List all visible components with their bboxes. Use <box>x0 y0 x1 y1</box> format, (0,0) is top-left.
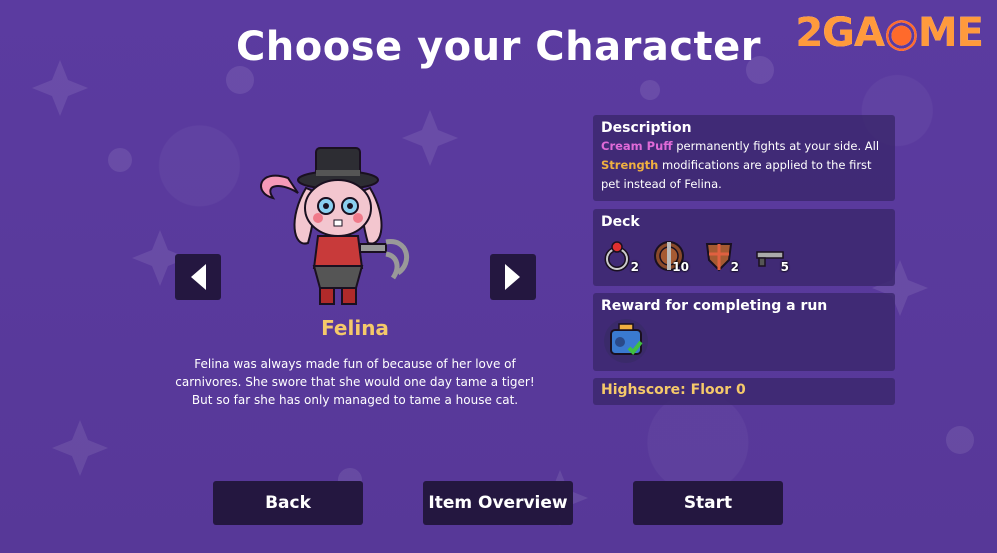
highscore-text: Highscore: Floor 0 <box>601 382 746 398</box>
description-panel: Description Cream Puff permanently fight… <box>593 115 895 201</box>
deck-item-round-shield[interactable]: 10 <box>651 238 689 274</box>
deck-item-ring[interactable]: 2 <box>601 238 639 274</box>
deck-count: 2 <box>630 260 639 274</box>
stat-name: Strength <box>601 158 659 172</box>
deck-count: 2 <box>730 260 739 274</box>
deck-count: 5 <box>780 260 789 274</box>
logo-text-a: 2GA <box>795 10 885 56</box>
brand-logo: 2GA◉ME <box>795 10 984 56</box>
description-text: Cream Puff permanently fights at your si… <box>601 137 887 194</box>
start-button[interactable]: Start <box>633 481 783 525</box>
previous-character-button[interactable] <box>175 254 221 300</box>
character-portrait <box>260 147 409 305</box>
logo-text-b: ME <box>917 10 984 56</box>
deck-count: 10 <box>672 260 689 274</box>
deck-item-gun[interactable]: 5 <box>751 238 789 274</box>
next-character-button[interactable] <box>490 254 536 300</box>
reward-panel: Reward for completing a run <box>593 293 895 371</box>
description-text-1: permanently fights at your side. All <box>672 139 880 153</box>
pet-name: Cream Puff <box>601 139 673 153</box>
character-name: Felina <box>321 316 389 340</box>
deck-panel: Deck 2 10 2 5 <box>593 209 895 286</box>
arrow-left-icon <box>191 264 206 290</box>
pet-carrier-icon[interactable] <box>601 318 651 364</box>
description-title: Description <box>601 120 692 136</box>
deck-title: Deck <box>601 214 640 230</box>
arrow-right-icon <box>505 264 520 290</box>
item-overview-button[interactable]: Item Overview <box>423 481 573 525</box>
reward-title: Reward for completing a run <box>601 298 828 314</box>
deck-item-kite-shield[interactable]: 2 <box>701 238 739 274</box>
back-button[interactable]: Back <box>213 481 363 525</box>
gamepad-icon: ◉ <box>883 10 919 56</box>
character-description: Felina was always made fun of because of… <box>175 357 535 407</box>
highscore-panel: Highscore: Floor 0 <box>593 378 895 405</box>
